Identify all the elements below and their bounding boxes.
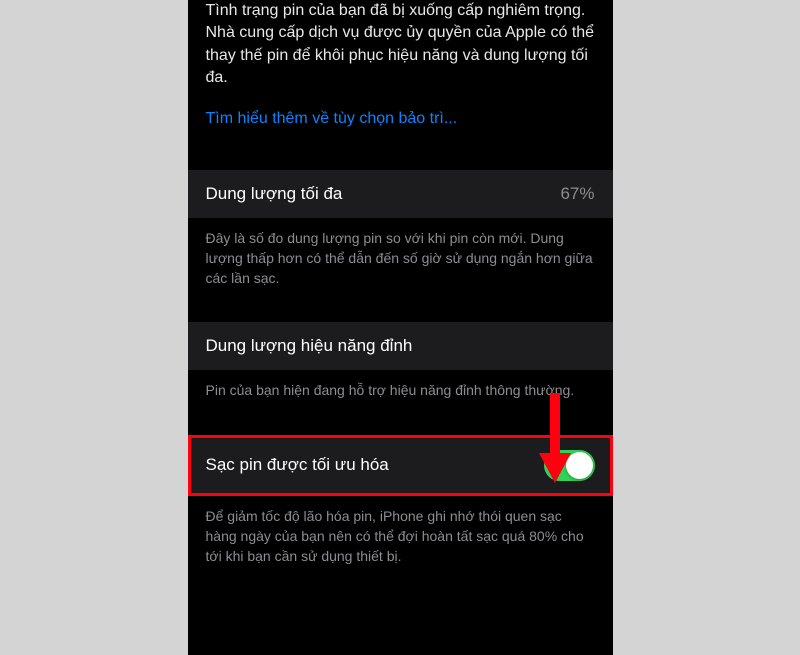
peak-performance-description: Pin của bạn hiện đang hỗ trợ hiệu năng đ… bbox=[188, 370, 613, 416]
section-divider bbox=[188, 142, 613, 170]
toggle-knob bbox=[566, 452, 593, 479]
peak-performance-row[interactable]: Dung lượng hiệu năng đỉnh bbox=[188, 322, 613, 370]
max-capacity-row[interactable]: Dung lượng tối đa 67% bbox=[188, 170, 613, 218]
max-capacity-value: 67% bbox=[560, 184, 594, 204]
optimized-charging-description: Để giảm tốc độ lão hóa pin, iPhone ghi n… bbox=[188, 496, 613, 583]
optimized-charging-label: Sạc pin được tối ưu hóa bbox=[206, 455, 389, 475]
maintenance-link-label: Tìm hiểu thêm về tùy chọn bảo trì... bbox=[206, 110, 458, 127]
section-divider bbox=[188, 304, 613, 322]
peak-performance-label: Dung lượng hiệu năng đỉnh bbox=[206, 336, 413, 356]
max-capacity-description: Đây là số đo dung lượng pin so với khi p… bbox=[188, 218, 613, 305]
battery-warning-text: Tình trạng pin của bạn đã bị xuống cấp n… bbox=[188, 0, 613, 102]
optimized-charging-toggle[interactable] bbox=[544, 450, 595, 481]
settings-screen: Tình trạng pin của bạn đã bị xuống cấp n… bbox=[188, 0, 613, 655]
max-capacity-label: Dung lượng tối đa bbox=[206, 184, 343, 204]
settings-content: Tình trạng pin của bạn đã bị xuống cấp n… bbox=[188, 0, 613, 583]
maintenance-link-row[interactable]: Tìm hiểu thêm về tùy chọn bảo trì... bbox=[188, 102, 613, 142]
section-divider bbox=[188, 417, 613, 435]
optimized-charging-row[interactable]: Sạc pin được tối ưu hóa bbox=[188, 435, 613, 496]
